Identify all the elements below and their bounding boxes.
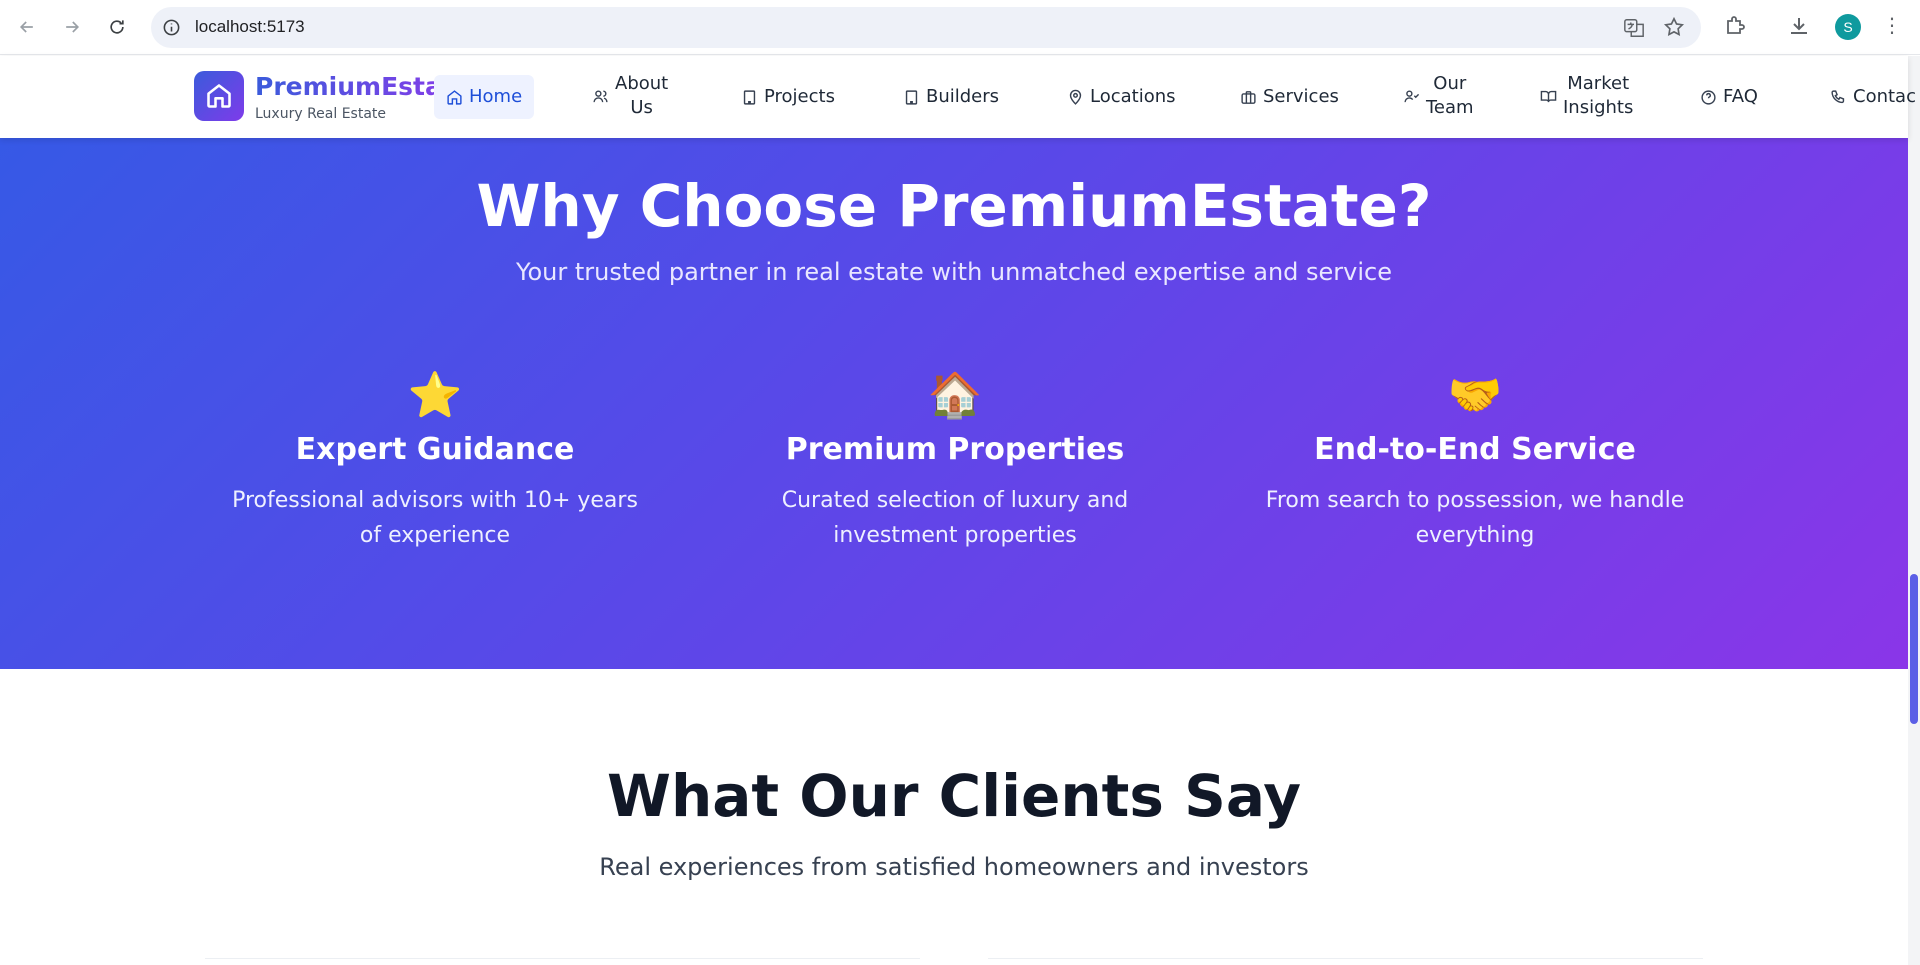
- user-check-icon: [1404, 89, 1420, 102]
- building-icon: [905, 89, 918, 105]
- nav-label: Our Team: [1426, 73, 1474, 118]
- back-icon[interactable]: [12, 12, 42, 42]
- feature-text: From search to possession, we handle eve…: [1265, 488, 1685, 548]
- home-icon: [447, 89, 462, 105]
- feature-text: Curated selection of luxury and investme…: [781, 488, 1129, 548]
- phone-icon: [1831, 89, 1845, 103]
- site-info-icon[interactable]: [162, 18, 181, 37]
- nav-our-team[interactable]: Our Team: [1403, 73, 1474, 118]
- users-icon: [593, 89, 608, 102]
- why-choose-section: Why Choose PremiumEstate? Your trusted p…: [0, 138, 1908, 669]
- logo[interactable]: [194, 71, 244, 121]
- nav-locations[interactable]: Locations: [1067, 75, 1176, 119]
- forward-icon[interactable]: [57, 12, 87, 42]
- menu-kebab-icon[interactable]: ⋮: [1880, 14, 1904, 38]
- feature-title: End-to-End Service: [1314, 432, 1636, 467]
- nav-projects[interactable]: Projects: [741, 75, 835, 119]
- section-subtitle: Your trusted partner in real estate with…: [515, 258, 1393, 286]
- testimonials-title: What Our Clients Say: [606, 762, 1302, 830]
- feature-text: Professional advisors with 10+ years of …: [232, 488, 638, 548]
- scrollbar-track[interactable]: [1908, 56, 1920, 965]
- reload-icon[interactable]: [102, 12, 132, 42]
- nav-label: Home: [469, 86, 523, 107]
- nav-label: FAQ: [1723, 86, 1758, 107]
- section-title: Why Choose PremiumEstate?: [476, 172, 1432, 240]
- site-header: PremiumEstate Luxury Real Estate Home Ab…: [0, 56, 1916, 138]
- book-open-icon: [1540, 90, 1557, 102]
- browser-toolbar: localhost:5173 S ⋮: [0, 0, 1920, 55]
- house-icon: 🏠: [927, 370, 983, 421]
- nav-services[interactable]: Services: [1240, 75, 1339, 119]
- scrollbar-thumb[interactable]: [1910, 574, 1918, 724]
- briefcase-icon: [1241, 90, 1256, 104]
- home-logo-icon: [207, 84, 231, 108]
- nav-market-insights[interactable]: Market Insights: [1540, 73, 1634, 118]
- testimonial-card: [988, 958, 1703, 965]
- nav-about-us[interactable]: About Us: [592, 73, 669, 118]
- nav-label: Services: [1263, 86, 1339, 107]
- nav-label: About Us: [615, 73, 669, 118]
- testimonials-subtitle: Real experiences from satisfied homeowne…: [599, 853, 1309, 881]
- nav-faq[interactable]: FAQ: [1700, 75, 1758, 119]
- map-pin-icon: [1069, 89, 1082, 105]
- url-text[interactable]: localhost:5173: [195, 17, 305, 37]
- nav-label: Market Insights: [1563, 73, 1634, 118]
- feature-card: 🏠 Premium Properties Curated selection o…: [735, 368, 1175, 553]
- feature-card: ⭐ Expert Guidance Professional advisors …: [215, 368, 655, 553]
- address-bar[interactable]: localhost:5173: [151, 7, 1701, 48]
- brand-tagline: Luxury Real Estate: [255, 106, 387, 122]
- extensions-icon[interactable]: [1723, 14, 1747, 38]
- download-icon[interactable]: [1787, 14, 1811, 38]
- building-icon: [743, 89, 756, 105]
- nav-contact[interactable]: Contac: [1830, 75, 1916, 119]
- translate-icon[interactable]: [1623, 17, 1645, 39]
- nav-builders[interactable]: Builders: [903, 75, 999, 119]
- nav-home[interactable]: Home: [434, 75, 535, 119]
- feature-title: Expert Guidance: [295, 432, 575, 467]
- feature-title: Premium Properties: [785, 432, 1125, 467]
- bookmark-star-icon[interactable]: [1663, 16, 1685, 38]
- feature-card: 🤝 End-to-End Service From search to poss…: [1255, 368, 1695, 553]
- nav-label: Builders: [926, 86, 1000, 107]
- nav-label: Locations: [1090, 86, 1176, 107]
- help-circle-icon: [1701, 89, 1716, 105]
- testimonial-card: [205, 958, 920, 965]
- nav-label: Contac: [1853, 86, 1916, 107]
- handshake-icon: 🤝: [1447, 370, 1503, 421]
- star-icon: ⭐: [407, 370, 463, 421]
- profile-avatar[interactable]: S: [1835, 14, 1861, 40]
- nav-label: Projects: [764, 86, 835, 107]
